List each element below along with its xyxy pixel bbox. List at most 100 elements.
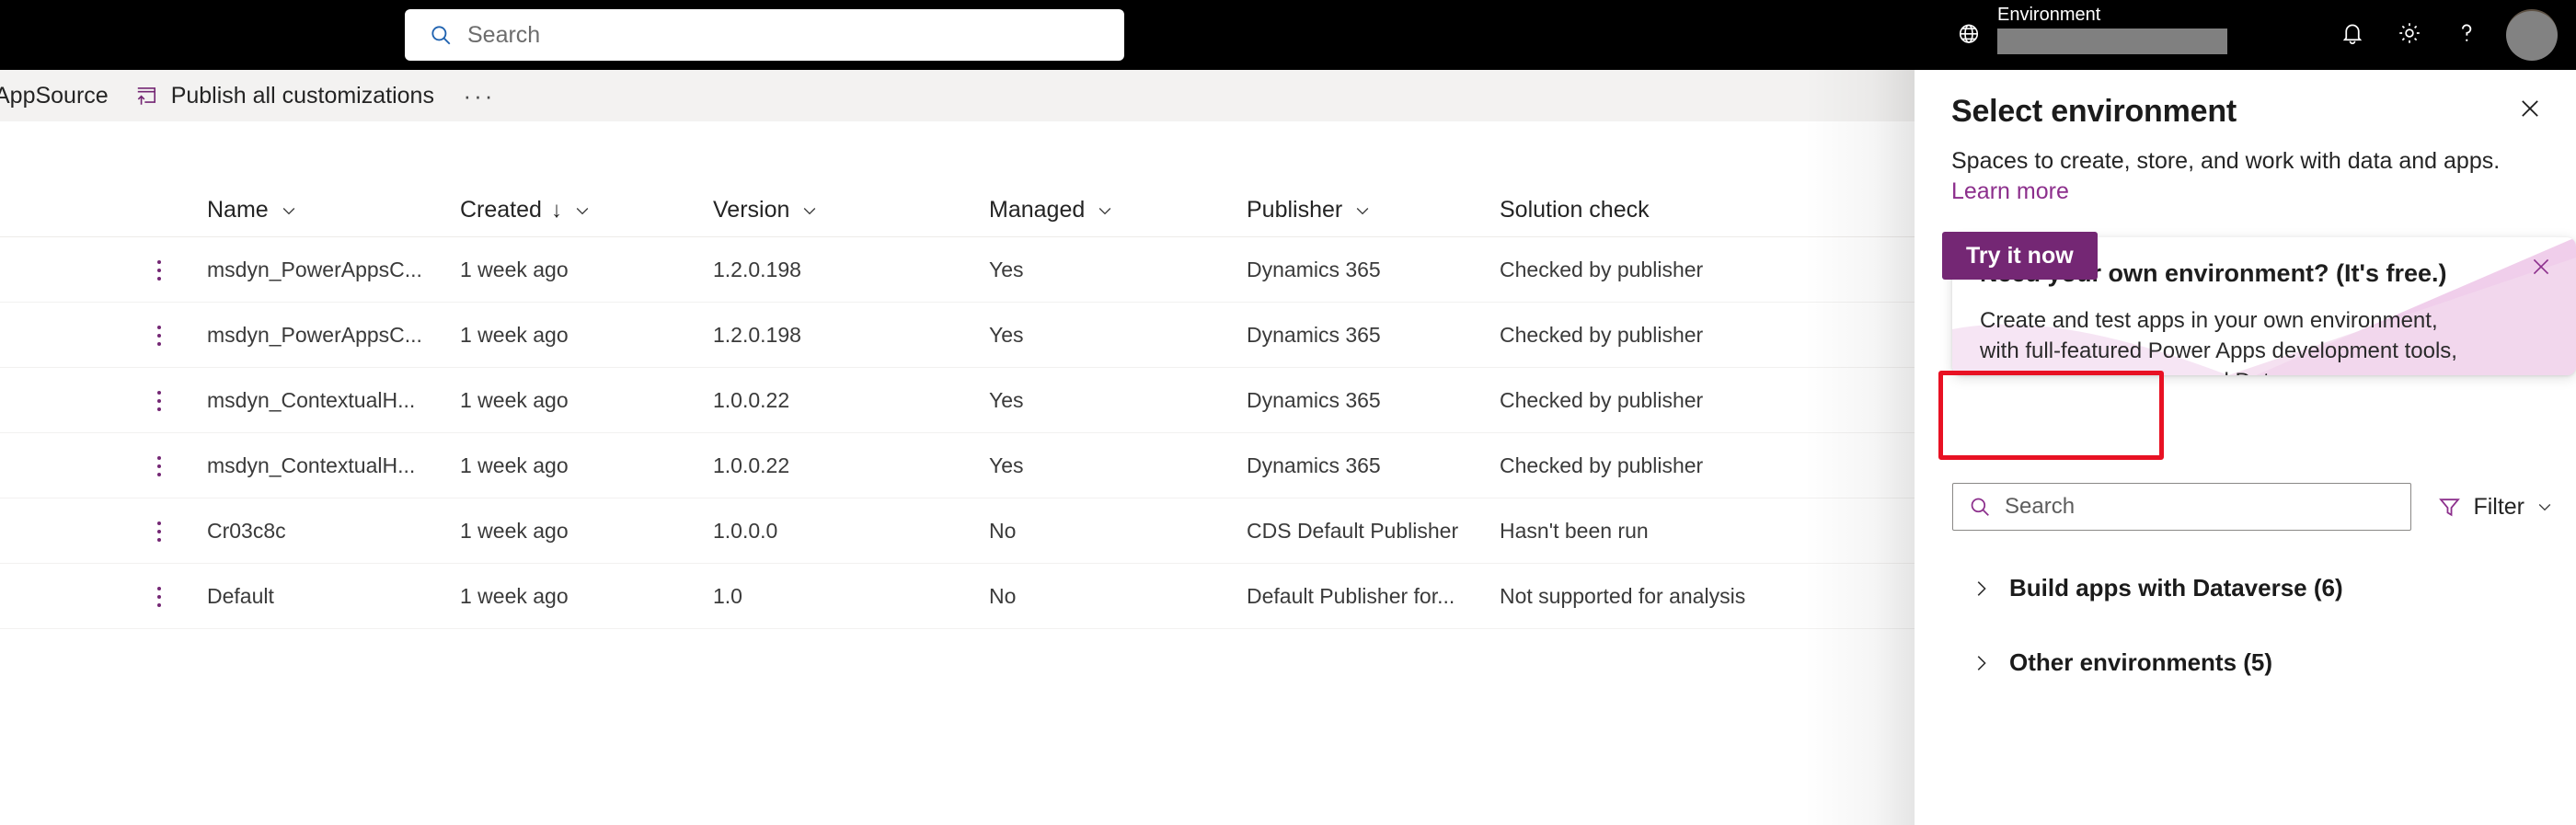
row-more-options-icon[interactable]	[143, 433, 176, 498]
environment-value-redacted[interactable]	[1997, 29, 2227, 54]
search-icon	[1968, 495, 1992, 519]
suite-header: Search Environment	[0, 0, 2576, 70]
cell-publisher: Dynamics 365	[1247, 258, 1381, 281]
header-actions	[2324, 0, 2563, 70]
environment-group-label: Build apps with Dataverse (6)	[2009, 574, 2343, 602]
row-more-options-icon[interactable]	[143, 303, 176, 368]
filter-label: Filter	[2473, 493, 2524, 520]
environment-search-placeholder: Search	[2005, 494, 2076, 519]
globe-icon	[1955, 21, 1983, 54]
global-search-box[interactable]: Search	[405, 9, 1124, 61]
environment-picker[interactable]: Environment	[1955, 4, 2227, 54]
chevron-down-icon	[573, 201, 592, 220]
cell-name: msdyn_PowerAppsC...	[207, 323, 422, 347]
cell-version: 1.0.0.22	[713, 388, 790, 412]
gear-icon	[2396, 19, 2423, 52]
grid-body: msdyn_PowerAppsC... 1 week ago 1.2.0.198 Ye…	[0, 237, 1915, 629]
environment-group-1[interactable]: Other environments (5)	[1952, 625, 2559, 700]
environment-search-input[interactable]: Search	[1952, 483, 2412, 531]
cell-solution-check: Checked by publisher	[1500, 453, 1704, 477]
avatar[interactable]	[2506, 9, 2558, 61]
filter-button[interactable]: Filter	[2432, 483, 2559, 531]
cell-created: 1 week ago	[460, 388, 569, 412]
column-header-name[interactable]: Name	[207, 184, 298, 237]
search-icon	[429, 23, 453, 47]
table-row[interactable]: Default 1 week ago 1.0 No Default Publisher …	[0, 564, 1915, 629]
callout-body: Create and test apps in your own environ…	[1980, 308, 2457, 375]
table-row[interactable]: msdyn_ContextualH... 1 week ago 1.0.0.22 Ye…	[0, 433, 1915, 498]
cell-name: msdyn_ContextualH...	[207, 453, 416, 477]
column-header-version[interactable]: Version	[713, 184, 819, 237]
cell-managed: No	[989, 519, 1017, 543]
column-header-solution-check-label: Solution check	[1500, 197, 1650, 223]
cell-managed: Yes	[989, 388, 1024, 412]
callout-close-button[interactable]	[2523, 250, 2559, 287]
cell-managed: Yes	[989, 453, 1024, 477]
column-header-version-label: Version	[713, 197, 790, 223]
chevron-down-icon	[280, 201, 298, 220]
environment-group-0[interactable]: Build apps with Dataverse (6)	[1952, 551, 2559, 625]
cell-version: 1.0.0.22	[713, 453, 790, 477]
table-row[interactable]: Cr03c8c 1 week ago 1.0.0.0 No CDS Default Pu…	[0, 498, 1915, 564]
table-row[interactable]: msdyn_PowerAppsC... 1 week ago 1.2.0.198 Ye…	[0, 303, 1915, 368]
bell-icon	[2339, 19, 2366, 52]
notifications-button[interactable]	[2324, 6, 2381, 63]
row-more-options-icon[interactable]	[143, 564, 176, 629]
panel-subtitle: Spaces to create, store, and work with d…	[1951, 148, 2501, 174]
panel-close-button[interactable]	[2510, 90, 2550, 131]
cell-solution-check: Hasn't been run	[1500, 519, 1649, 543]
column-header-publisher[interactable]: Publisher	[1247, 184, 1372, 237]
cell-name: msdyn_PowerAppsC...	[207, 258, 422, 281]
cell-created: 1 week ago	[460, 323, 569, 347]
cell-name: Default	[207, 584, 274, 608]
global-search[interactable]: Search	[405, 9, 1124, 61]
sort-descending-icon: ↓	[550, 197, 562, 223]
panel-search-row: Search Filter	[1952, 483, 2559, 531]
column-header-managed[interactable]: Managed	[989, 184, 1114, 237]
column-header-publisher-label: Publisher	[1247, 197, 1343, 223]
publish-icon	[134, 84, 158, 108]
column-header-created[interactable]: Created ↓	[460, 184, 592, 237]
column-header-solution-check[interactable]: Solution check	[1500, 184, 1650, 237]
environment-group-list: Build apps with Dataverse (6) Other envir…	[1952, 551, 2559, 700]
cell-managed: Yes	[989, 323, 1024, 347]
appsource-label: AppSource	[0, 82, 109, 109]
cell-version: 1.2.0.198	[713, 323, 801, 347]
cell-publisher: Default Publisher for...	[1247, 584, 1455, 608]
cell-version: 1.0.0.0	[713, 519, 778, 543]
command-bar-overflow-button[interactable]: ···	[458, 70, 500, 121]
chevron-right-icon	[1952, 579, 2009, 599]
table-row[interactable]: msdyn_PowerAppsC... 1 week ago 1.2.0.198 Ye…	[0, 237, 1915, 303]
cell-created: 1 week ago	[460, 584, 569, 608]
column-header-name-label: Name	[207, 197, 269, 223]
cell-publisher: Dynamics 365	[1247, 323, 1381, 347]
chevron-right-icon	[1952, 653, 2009, 673]
grid-header-row: Name Created ↓ Version Managed Publisher…	[0, 184, 1915, 237]
cell-version: 1.0	[713, 584, 742, 608]
row-more-options-icon[interactable]	[143, 368, 176, 433]
learn-more-link[interactable]: Learn more	[1951, 178, 2069, 205]
cell-managed: No	[989, 584, 1017, 608]
appsource-button[interactable]: AppSource	[0, 70, 121, 121]
cell-created: 1 week ago	[460, 519, 569, 543]
publish-all-customizations-button[interactable]: Publish all customizations	[121, 70, 447, 121]
environment-label: Environment	[1997, 5, 2101, 25]
cell-solution-check: Checked by publisher	[1500, 258, 1704, 281]
help-button[interactable]	[2438, 6, 2495, 63]
table-row[interactable]: msdyn_ContextualH... 1 week ago 1.0.0.22 Ye…	[0, 368, 1915, 433]
settings-button[interactable]	[2381, 6, 2438, 63]
column-header-created-label: Created	[460, 197, 542, 223]
try-it-now-button[interactable]: Try it now	[1942, 232, 2098, 280]
row-more-options-icon[interactable]	[143, 498, 176, 564]
select-environment-panel: Select environment Spaces to create, sto…	[1915, 70, 2576, 825]
chevron-down-icon	[1096, 201, 1114, 220]
global-search-placeholder: Search	[467, 21, 541, 48]
cell-created: 1 week ago	[460, 453, 569, 477]
chevron-down-icon	[800, 201, 819, 220]
environment-group-label: Other environments (5)	[2009, 648, 2273, 676]
panel-title: Select environment	[1951, 94, 2237, 129]
row-more-options-icon[interactable]	[143, 237, 176, 303]
cell-managed: Yes	[989, 258, 1024, 281]
solutions-grid: Name Created ↓ Version Managed Publisher…	[0, 121, 1915, 825]
column-header-managed-label: Managed	[989, 197, 1086, 223]
